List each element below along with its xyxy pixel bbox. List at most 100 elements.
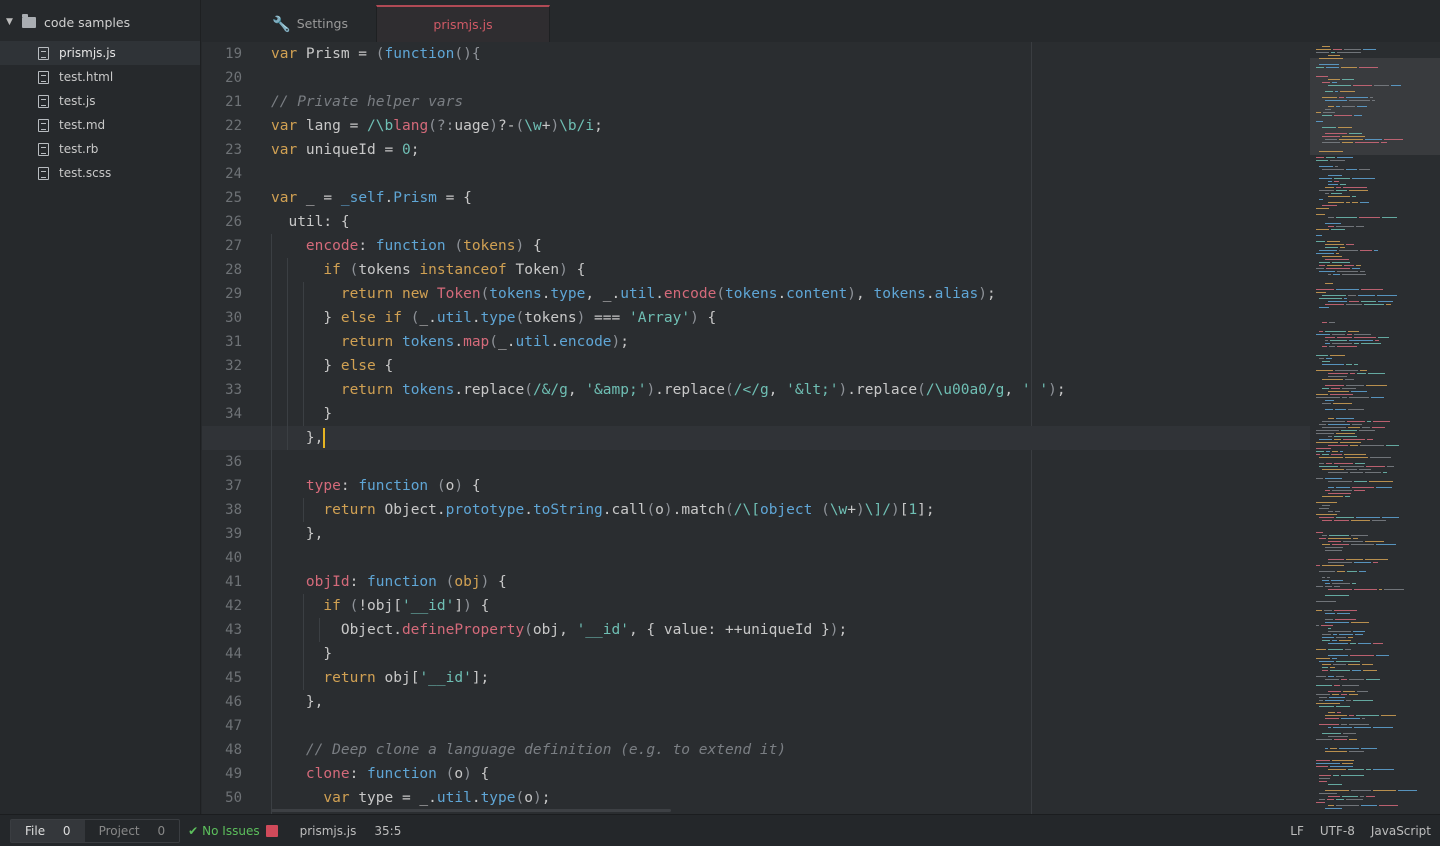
line-number[interactable]: 43 bbox=[202, 618, 242, 642]
minimap-stroke bbox=[1328, 79, 1340, 80]
file-label: prismjs.js bbox=[59, 46, 116, 60]
line-number[interactable]: 36 bbox=[202, 450, 242, 474]
line-number[interactable]: 38 bbox=[202, 498, 242, 522]
tree-root-folder[interactable]: ▼ code samples bbox=[0, 0, 200, 44]
line-number[interactable]: 28 bbox=[202, 258, 242, 282]
line-number[interactable]: 31 bbox=[202, 330, 242, 354]
minimap-stroke bbox=[1326, 67, 1339, 68]
minimap-stroke bbox=[1363, 670, 1377, 671]
file-encoding[interactable]: UTF-8 bbox=[1320, 824, 1355, 838]
minimap-stroke bbox=[1352, 196, 1356, 197]
code-line: } else if (_.util.type(tokens) === 'Arra… bbox=[271, 310, 717, 326]
minimap-stroke bbox=[1319, 781, 1327, 782]
tab-settings[interactable]: 🔧 Settings bbox=[244, 5, 376, 42]
line-number[interactable]: 20 bbox=[202, 66, 242, 90]
line-number[interactable]: 34 bbox=[202, 402, 242, 426]
tree-file-test-scss[interactable]: test.scss bbox=[0, 161, 200, 185]
minimap-stroke bbox=[1340, 247, 1345, 248]
minimap-stroke bbox=[1332, 82, 1337, 83]
minimap-stroke bbox=[1362, 427, 1370, 428]
minimap-stroke bbox=[1325, 187, 1334, 188]
code-editor[interactable]: 1920212223242526272829303132333435363738… bbox=[202, 42, 1310, 814]
tree-file-test-rb[interactable]: test.rb bbox=[0, 137, 200, 161]
code-line: type: function (o) { bbox=[305, 478, 481, 494]
minimap-stroke bbox=[1316, 502, 1337, 503]
minimap-stroke bbox=[1337, 712, 1341, 713]
line-number[interactable]: 48 bbox=[202, 738, 242, 762]
line-number[interactable]: 19 bbox=[202, 42, 242, 66]
minimap-stroke bbox=[1328, 736, 1348, 737]
minimap-stroke bbox=[1319, 199, 1323, 200]
line-number[interactable]: 39 bbox=[202, 522, 242, 546]
minimap-stroke bbox=[1359, 469, 1371, 470]
bug-report-icon[interactable] bbox=[265, 824, 278, 837]
minimap-stroke bbox=[1341, 775, 1364, 776]
line-number[interactable]: 32 bbox=[202, 354, 242, 378]
line-number[interactable]: 23 bbox=[202, 138, 242, 162]
cursor-position[interactable]: 35:5 bbox=[374, 824, 401, 838]
line-number[interactable]: 45 bbox=[202, 666, 242, 690]
line-number[interactable]: 44 bbox=[202, 642, 242, 666]
minimap-stroke bbox=[1348, 664, 1360, 665]
line-number[interactable]: 21 bbox=[202, 90, 242, 114]
minimap-stroke bbox=[1336, 418, 1354, 419]
line-number[interactable]: 37 bbox=[202, 474, 242, 498]
minimap-stroke bbox=[1316, 268, 1324, 269]
line-number[interactable]: 27 bbox=[202, 234, 242, 258]
line-number[interactable]: 30 bbox=[202, 306, 242, 330]
minimap-stroke bbox=[1346, 364, 1352, 365]
minimap-stroke bbox=[1349, 397, 1369, 398]
tree-file-test-html[interactable]: test.html bbox=[0, 65, 200, 89]
line-number[interactable]: 29 bbox=[202, 282, 242, 306]
minimap-stroke bbox=[1316, 694, 1330, 695]
line-number[interactable]: 46 bbox=[202, 690, 242, 714]
minimap[interactable] bbox=[1310, 42, 1440, 814]
code-lines[interactable]: var Prism = (function(){ // Private help… bbox=[202, 42, 1310, 810]
linter-file-tab[interactable]: File 0 bbox=[11, 819, 85, 842]
minimap-stroke bbox=[1329, 322, 1335, 323]
line-number[interactable]: 24 bbox=[202, 162, 242, 186]
minimap-stroke bbox=[1352, 670, 1361, 671]
minimap-stroke bbox=[1316, 157, 1324, 158]
minimap-stroke bbox=[1339, 250, 1358, 251]
line-number[interactable]: 50 bbox=[202, 786, 242, 810]
chevron-down-icon[interactable]: ▼ bbox=[6, 17, 16, 27]
line-number[interactable]: 49 bbox=[202, 762, 242, 786]
minimap-stroke bbox=[1328, 487, 1334, 488]
code-line: if (tokens instanceof Token) { bbox=[323, 262, 586, 278]
linter-project-tab[interactable]: Project 0 bbox=[85, 820, 180, 842]
minimap-stroke bbox=[1353, 631, 1365, 632]
line-number[interactable]: 26 bbox=[202, 210, 242, 234]
minimap-stroke bbox=[1345, 379, 1354, 380]
line-number[interactable]: 47 bbox=[202, 714, 242, 738]
line-number[interactable]: 22 bbox=[202, 114, 242, 138]
tree-file-test-js[interactable]: test.js bbox=[0, 89, 200, 113]
line-ending[interactable]: LF bbox=[1290, 824, 1304, 838]
status-filename[interactable]: prismjs.js bbox=[300, 824, 357, 838]
minimap-stroke bbox=[1328, 424, 1350, 425]
no-issues-indicator[interactable]: ✔ No Issues bbox=[188, 819, 259, 843]
tree-file-prismjs[interactable]: prismjs.js bbox=[0, 41, 200, 65]
minimap-stroke bbox=[1341, 67, 1357, 68]
minimap-stroke bbox=[1346, 304, 1362, 305]
code-line: var _ = _self.Prism = { bbox=[271, 190, 472, 206]
minimap-stroke bbox=[1328, 226, 1334, 227]
minimap-stroke bbox=[1328, 712, 1335, 713]
line-number[interactable]: 42 bbox=[202, 594, 242, 618]
tree-file-test-md[interactable]: test.md bbox=[0, 113, 200, 137]
minimap-stroke bbox=[1353, 700, 1373, 701]
file-label: test.scss bbox=[59, 166, 112, 180]
tab-prismjs[interactable]: prismjs.js bbox=[376, 5, 550, 42]
minimap-stroke bbox=[1316, 586, 1323, 587]
minimap-stroke bbox=[1343, 541, 1363, 542]
horizontal-scrollbar[interactable] bbox=[271, 809, 671, 812]
minimap-stroke bbox=[1325, 583, 1330, 584]
line-number[interactable]: 40 bbox=[202, 546, 242, 570]
line-number[interactable]: 41 bbox=[202, 570, 242, 594]
line-number[interactable]: 25 bbox=[202, 186, 242, 210]
line-number[interactable]: 33 bbox=[202, 378, 242, 402]
minimap-stroke bbox=[1325, 808, 1342, 809]
grammar-selector[interactable]: JavaScript bbox=[1371, 824, 1431, 838]
code-line: } else { bbox=[271, 358, 394, 374]
minimap-stroke bbox=[1322, 664, 1331, 665]
